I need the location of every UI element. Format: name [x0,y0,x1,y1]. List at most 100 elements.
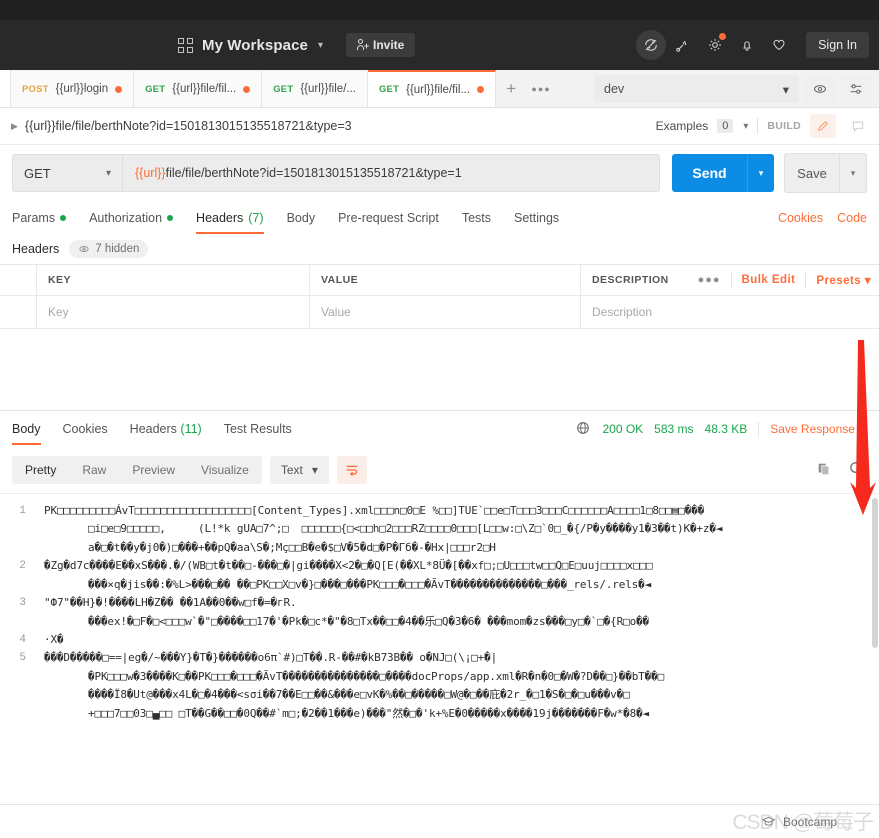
save-options-button[interactable]: ▾ [839,153,867,193]
request-tab-3[interactable]: GET {{url}}file/fil... [367,70,497,107]
chevron-down-icon[interactable]: ▾ [743,121,748,132]
select-all-cell[interactable] [0,265,37,295]
word-wrap-icon [346,465,358,477]
chevron-down-icon: ▾ [311,463,318,478]
response-body-tools [816,460,865,480]
eye-icon [813,85,827,93]
request-tab-0[interactable]: POST {{url}}login [11,71,135,107]
code-link[interactable]: Code [837,211,867,225]
line-number: 1 [19,505,26,518]
response-type-select[interactable]: Text ▾ [269,456,329,485]
response-tab-test-results[interactable]: Test Results [224,411,292,447]
new-tab-button[interactable]: + [496,71,526,107]
response-body-viewer[interactable]: 1 2 3 4 5 PK□□□□□□□□□ÁvT□□□□□□□□□□□□□□□□… [0,493,879,804]
value-input[interactable]: Value [310,296,581,328]
response-size: 48.3 KB [704,422,748,437]
environment-settings-button[interactable] [841,75,871,103]
tab-authorization[interactable]: Authorization [89,201,174,234]
workspace-group[interactable]: My Workspace ▾ + Invite [178,33,416,57]
request-tabs-right: Cookies Code [778,211,867,225]
table-more-button[interactable]: ●●● [698,274,721,286]
cookies-link[interactable]: Cookies [778,211,823,225]
word-wrap-button[interactable] [336,456,367,485]
send-button[interactable]: Send [672,154,747,192]
request-title-row: ▶ {{url}}file/file/berthNote?id=15018130… [0,108,879,145]
chevron-right-icon[interactable]: ▶ [11,121,18,132]
edit-description-button[interactable] [810,114,836,138]
response-tab-body[interactable]: Body [12,411,41,447]
code-line: PK□□□□□□□□□ÁvT□□□□□□□□□□□□□□□□□□[Content… [44,504,705,518]
chevron-down-icon: ▾ [864,275,871,287]
save-button[interactable]: Save [784,153,839,193]
code-line: □i□e□9□□□□□, (L!*k gUA□7^;□ □□□□□□{□<□□h… [88,522,723,536]
column-header-description-label: DESCRIPTION [592,274,669,286]
response-tab-cookies[interactable]: Cookies [63,411,108,447]
row-checkbox-cell[interactable] [0,296,37,328]
tab-count: (11) [180,422,202,437]
hidden-headers-toggle[interactable]: 7 hidden [69,240,149,258]
request-tab-1[interactable]: GET {{url}}file/fil... [134,71,263,107]
save-response-button[interactable]: Save Response ▾ [770,422,867,436]
url-bar: GET ▾ {{url}} file/file/berthNote?id=1501… [0,145,879,201]
person-add-icon: + [357,39,369,51]
response-body-text[interactable]: PK□□□□□□□□□ÁvT□□□□□□□□□□□□□□□□□□[Content… [33,494,879,804]
description-input[interactable]: Description [581,296,879,328]
tab-label: Pre-request Script [338,210,439,225]
environment-select[interactable]: dev ▾ [594,75,799,103]
sign-in-button[interactable]: Sign In [806,32,869,58]
build-label[interactable]: BUILD [767,120,801,132]
tab-label: Params [12,210,56,225]
request-title: {{url}}file/file/berthNote?id=1501813015… [24,119,352,133]
http-method-value: GET [24,165,51,181]
sidebar-collapsed-strip[interactable] [0,70,11,107]
tab-params[interactable]: Params [12,201,67,234]
invite-button[interactable]: + Invite [346,33,416,57]
environment-quick-look-button[interactable] [805,75,835,103]
satellite-icon[interactable] [668,30,698,60]
tab-settings[interactable]: Settings [514,201,559,234]
heart-icon[interactable] [764,30,794,60]
tab-overflow-button[interactable]: ●●● [526,71,556,107]
tab-body[interactable]: Body [287,201,316,234]
gear-icon[interactable] [700,30,730,60]
request-tab-2[interactable]: GET {{url}}file/... [262,71,368,107]
tab-label: {{url}}login [55,83,109,95]
code-line: ���D�����□==|eg�/~���Y}�T�}������o6π`#)□… [44,651,498,665]
line-number-gutter: 1 2 3 4 5 [0,494,33,804]
comments-button[interactable] [845,114,871,138]
unsaved-dot-icon [477,86,485,93]
tab-label: Body [286,210,316,225]
search-icon[interactable] [848,460,865,480]
http-method-select[interactable]: GET ▾ [12,154,122,192]
app-header: My Workspace ▾ + Invite Sign In [0,20,879,70]
tab-headers[interactable]: Headers (7) [196,201,264,234]
view-mode-raw[interactable]: Raw [69,456,119,484]
tab-tests[interactable]: Tests [462,201,491,234]
notification-badge [719,33,727,40]
url-input[interactable]: {{url}} file/file/berthNote?id=1501813015… [122,154,660,192]
presets-button[interactable]: Presets ▾ [816,273,871,287]
response-tab-headers[interactable]: Headers (11) [130,411,202,447]
response-body-scrollbar[interactable] [872,494,878,804]
postman-window: My Workspace ▾ + Invite Sign In POST {{u… [0,0,879,838]
chevron-down-icon: ▾ [782,82,789,97]
divider [758,421,760,437]
column-header-key: KEY [37,265,310,295]
tab-label: Authorization [89,210,163,225]
key-input[interactable]: Key [37,296,310,328]
table-row[interactable]: Key Value Description [0,296,879,329]
view-mode-visualize[interactable]: Visualize [188,456,262,484]
tab-pre-request-script[interactable]: Pre-request Script [338,201,439,234]
view-mode-preview[interactable]: Preview [119,456,188,484]
send-options-button[interactable]: ▾ [747,154,774,192]
response-time: 583 ms [654,422,694,437]
line-number: 2 [19,560,26,573]
bell-icon[interactable] [732,30,762,60]
environment-area: dev ▾ [594,75,871,103]
copy-icon[interactable] [816,461,832,480]
sync-off-icon[interactable] [636,30,667,60]
bulk-edit-button[interactable]: Bulk Edit [742,274,796,286]
globe-icon[interactable] [575,420,591,439]
status-bar: Bootcamp CSDN @莓莓子 [0,804,879,838]
view-mode-pretty[interactable]: Pretty [12,456,69,484]
